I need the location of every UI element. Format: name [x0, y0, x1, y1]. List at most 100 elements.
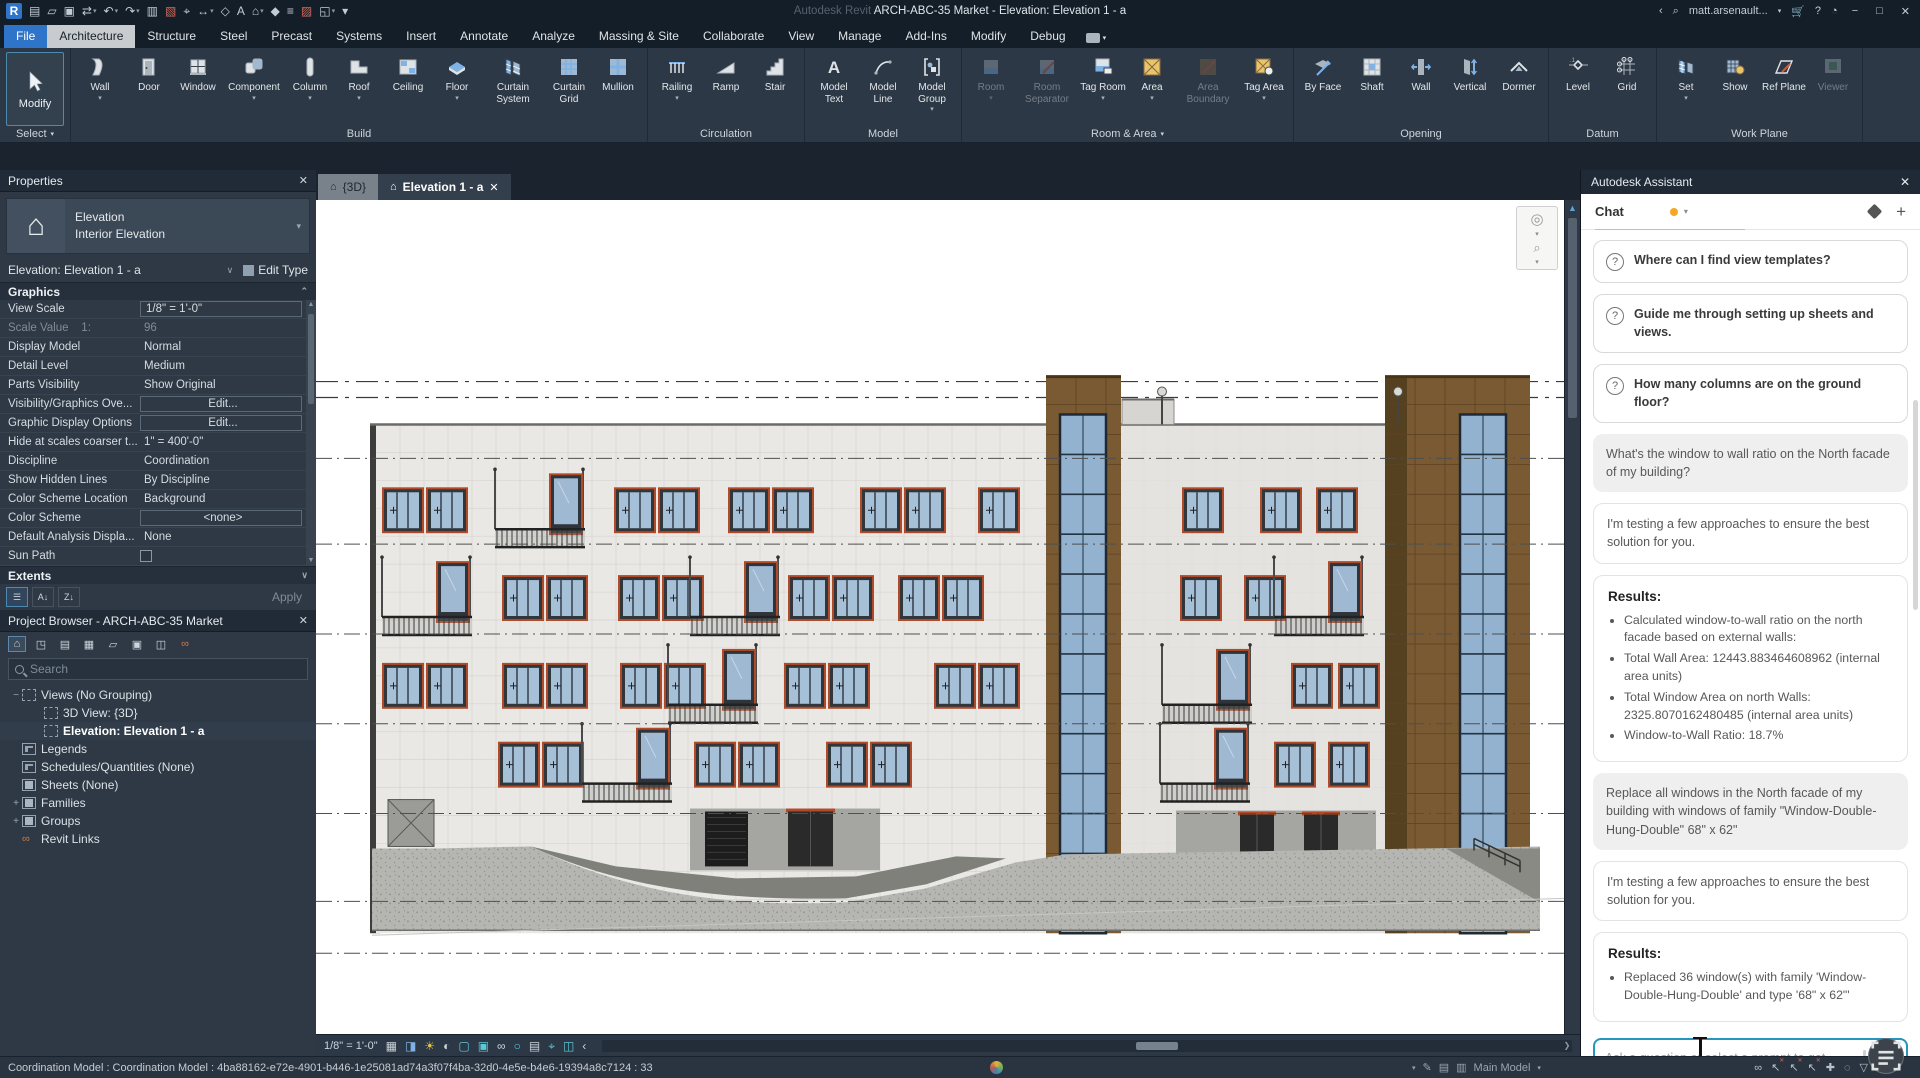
print-icon[interactable]: ▥: [147, 5, 158, 17]
ribbon-button-tag-room[interactable]: Tag Room▾: [1079, 52, 1127, 104]
ribbon-tab-annotate[interactable]: Annotate: [448, 25, 520, 48]
ribbon-tab-systems[interactable]: Systems: [324, 25, 394, 48]
browser-home-icon[interactable]: ⌂: [8, 636, 26, 652]
undo-icon[interactable]: ↶▾: [104, 5, 119, 17]
ribbon-button-column[interactable]: Column▾: [286, 52, 334, 104]
ribbon-tab-collaborate[interactable]: Collaborate: [691, 25, 776, 48]
sun-settings-icon[interactable]: ☀: [424, 1040, 435, 1052]
panel-label-room-area[interactable]: Room & Area ▾: [962, 126, 1293, 142]
property-row[interactable]: Color Scheme<none>: [0, 509, 306, 528]
ribbon-button-railing[interactable]: Railing▾: [653, 52, 701, 104]
text-icon[interactable]: A: [237, 5, 245, 17]
main-model-caret-icon[interactable]: ▾: [1537, 1064, 1541, 1072]
view-tab-elevation-1-a[interactable]: ⌂Elevation 1 - a✕: [378, 174, 511, 200]
prompt-card-2[interactable]: ?Guide me through setting up sheets and …: [1593, 294, 1908, 353]
tree-item[interactable]: 3D View: {3D}: [0, 704, 316, 722]
browser-families-icon[interactable]: ▣: [128, 636, 146, 652]
collapse-icon[interactable]: ‹: [1659, 5, 1663, 17]
ribbon-button-window[interactable]: Window: [174, 52, 222, 96]
customize-qat-icon[interactable]: ▾: [342, 5, 348, 17]
browser-views-icon[interactable]: ◳: [32, 636, 50, 652]
assistant-scrollbar[interactable]: [1913, 400, 1918, 610]
instance-caret-icon[interactable]: ∨: [227, 265, 234, 276]
release-icon[interactable]: ✎: [1423, 1061, 1432, 1074]
ribbon-button-roof[interactable]: Roof▾: [335, 52, 383, 104]
ribbon-button-show[interactable]: Show: [1711, 52, 1759, 96]
filter-list-icon[interactable]: ☰: [6, 587, 28, 607]
ribbon-tab-steel[interactable]: Steel: [208, 25, 259, 48]
scroll-up-icon[interactable]: ▲: [1565, 200, 1580, 216]
view-scale-label[interactable]: 1/8" = 1'-0": [324, 1040, 378, 1052]
ribbon-button-curtain-system[interactable]: Curtain System: [482, 52, 544, 107]
browser-search-input[interactable]: Search: [8, 658, 308, 680]
design-options-icon[interactable]: ▥: [1456, 1061, 1466, 1074]
zoom-caret-icon[interactable]: ▾: [1535, 258, 1539, 266]
ribbon-tab-precast[interactable]: Precast: [259, 25, 324, 48]
ribbon-tab-insert[interactable]: Insert: [394, 25, 448, 48]
tree-item[interactable]: −Views (No Grouping): [0, 686, 316, 704]
editable-only-icon[interactable]: ∞: [1754, 1062, 1762, 1074]
temporary-hide-icon[interactable]: ∞: [497, 1040, 506, 1052]
property-row[interactable]: Visibility/Graphics Ove...Edit...: [0, 395, 306, 414]
browser-sheets-icon[interactable]: ▱: [104, 636, 122, 652]
sparkle-icon[interactable]: [1867, 204, 1883, 220]
tree-expander[interactable]: +: [10, 798, 22, 809]
sort-descending-icon[interactable]: Z↓: [58, 587, 80, 607]
ribbon-button-ramp[interactable]: Ramp: [702, 52, 750, 96]
steering-wheel-2d-icon[interactable]: ◎: [1530, 210, 1543, 228]
select-dropdown[interactable]: Select▾: [0, 126, 70, 142]
property-row[interactable]: Color Scheme LocationBackground: [0, 490, 306, 509]
default-3d-view-icon[interactable]: ⌂▾: [252, 5, 264, 17]
ribbon-tab-debug[interactable]: Debug: [1018, 25, 1077, 48]
user-name[interactable]: matt.arsenault...: [1689, 5, 1768, 17]
panel-label-build[interactable]: Build: [71, 126, 647, 142]
browser-links-icon[interactable]: ∞: [176, 636, 194, 652]
type-selector[interactable]: ⌂ Elevation Interior Elevation ▾: [6, 198, 310, 254]
tree-expander[interactable]: +: [10, 816, 22, 827]
tree-item[interactable]: Sheets (None): [0, 776, 316, 794]
panel-label-datum[interactable]: Datum: [1549, 126, 1656, 142]
worksets-caret-icon[interactable]: ▾: [1412, 1064, 1416, 1072]
properties-scrollbar[interactable]: ▲▼: [306, 300, 316, 566]
tag-icon[interactable]: ◇: [221, 5, 230, 17]
ribbon-button-tag-area[interactable]: Tag Area▾: [1240, 52, 1288, 104]
visual-style-icon[interactable]: ◨: [405, 1040, 416, 1052]
browser-schedules-icon[interactable]: ▦: [80, 636, 98, 652]
property-row[interactable]: Parts VisibilityShow Original: [0, 376, 306, 395]
cart-icon[interactable]: 🛒: [1791, 5, 1805, 18]
restore-button[interactable]: □: [1872, 5, 1887, 17]
main-model-label[interactable]: Main Model: [1474, 1062, 1531, 1074]
tab-chat[interactable]: Chat: [1595, 204, 1624, 219]
ribbon-button-curtain-grid[interactable]: Curtain Grid: [545, 52, 593, 107]
steering-wheel-caret-icon[interactable]: ▾: [1535, 230, 1539, 238]
ribbon-button-ref-plane[interactable]: Ref Plane: [1760, 52, 1808, 96]
canvas-horizontal-scrollbar[interactable]: ❯: [602, 1040, 1572, 1052]
select-underlay-icon[interactable]: ↖: [1789, 1061, 1798, 1074]
sort-ascending-icon[interactable]: A↓: [32, 587, 54, 607]
ribbon-tab-modify[interactable]: Modify: [959, 25, 1018, 48]
tree-item[interactable]: +Families: [0, 794, 316, 812]
property-row[interactable]: Graphic Display OptionsEdit...: [0, 414, 306, 433]
property-row[interactable]: DisciplineCoordination: [0, 452, 306, 471]
ribbon-button-stair[interactable]: Stair: [751, 52, 799, 96]
graphics-section-header[interactable]: Graphics⌃: [0, 282, 316, 300]
new-chat-icon[interactable]: +: [1896, 203, 1906, 220]
section-icon[interactable]: ◆: [271, 5, 280, 17]
drawing-canvas[interactable]: [316, 200, 1564, 1034]
view-tab--3d-[interactable]: ⌂{3D}: [318, 174, 378, 200]
properties-close-icon[interactable]: ✕: [299, 174, 308, 187]
recorder-icon[interactable]: ▾: [1078, 29, 1115, 48]
open-icon[interactable]: ▱: [47, 5, 56, 17]
prompt-card-1[interactable]: ?Where can I find view templates?: [1593, 240, 1908, 283]
aligned-dimension-icon[interactable]: ↔▾: [197, 5, 214, 17]
scroll-right-icon[interactable]: ❯: [1562, 1040, 1572, 1052]
assistant-close-icon[interactable]: ✕: [1900, 175, 1910, 189]
switch-windows-icon[interactable]: ◱▾: [319, 5, 335, 17]
ribbon-button-door[interactable]: Door: [125, 52, 173, 96]
ribbon-tab-analyze[interactable]: Analyze: [520, 25, 587, 48]
ribbon-button-ceiling[interactable]: Ceiling: [384, 52, 432, 96]
ribbon-button-model-group[interactable]: Model Group▾: [908, 52, 956, 115]
collapse-vcb-icon[interactable]: ‹: [582, 1040, 586, 1052]
detail-level-icon[interactable]: ▦: [386, 1040, 397, 1052]
zoom-tool-icon[interactable]: ⌕: [1533, 240, 1540, 256]
